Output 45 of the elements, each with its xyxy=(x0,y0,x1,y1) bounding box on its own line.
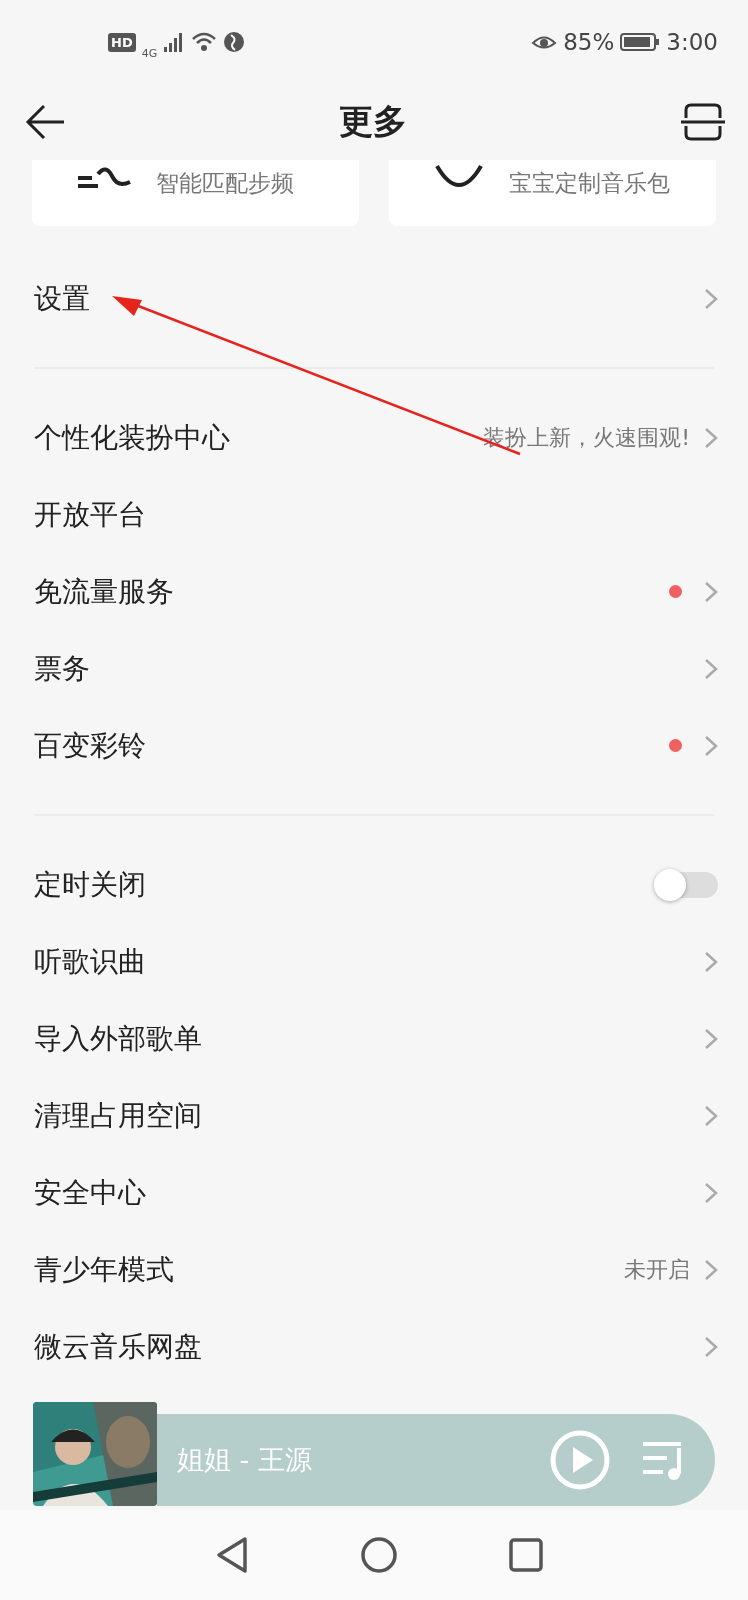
menu-item-label[interactable]: 青少年模式 xyxy=(34,1250,610,1289)
menu-item-label[interactable]: 个性化装扮中心 xyxy=(34,418,470,457)
globe-icon xyxy=(223,31,246,53)
menu-item-label[interactable]: 微云音乐网盘 xyxy=(34,1327,690,1366)
chevron-icon[interactable] xyxy=(704,1181,718,1204)
page-title: 更多 xyxy=(339,100,407,143)
back-nav-icon[interactable] xyxy=(215,1536,250,1574)
hd-badge: HD xyxy=(108,32,136,52)
chevron-icon[interactable] xyxy=(704,426,718,449)
clock: 3:00 xyxy=(666,29,718,55)
chevron-icon[interactable] xyxy=(704,287,718,310)
chevron-icon[interactable] xyxy=(704,580,718,603)
chevron-icon[interactable] xyxy=(704,734,718,757)
menu-item-label[interactable]: 安全中心 xyxy=(34,1173,690,1212)
recents-nav-icon[interactable] xyxy=(508,1538,543,1572)
wifi-icon xyxy=(191,31,218,53)
back-icon[interactable] xyxy=(24,102,66,142)
network-type: 4G xyxy=(141,46,158,60)
home-nav-icon[interactable] xyxy=(360,1536,398,1574)
chevron-icon[interactable] xyxy=(704,657,718,680)
menu-item-label[interactable]: 免流量服务 xyxy=(34,572,655,611)
menu-item-label[interactable]: 设置 xyxy=(34,279,690,318)
song-title: 姐姐 - 王源 xyxy=(177,1443,313,1477)
menu-item-label[interactable]: 清理占用空间 xyxy=(34,1096,690,1135)
toggle-switch[interactable] xyxy=(656,871,718,898)
menu-item-label[interactable]: 定时关闭 xyxy=(34,865,642,904)
play-icon[interactable] xyxy=(549,1429,611,1491)
chevron-icon[interactable] xyxy=(704,950,718,973)
menu-item-label[interactable]: 百变彩铃 xyxy=(34,726,655,765)
scan-icon[interactable] xyxy=(680,102,726,142)
battery-icon xyxy=(620,32,661,52)
chevron-icon[interactable] xyxy=(704,1335,718,1358)
menu-item-label[interactable]: 票务 xyxy=(34,649,690,688)
chevron-icon[interactable] xyxy=(704,1104,718,1127)
feature-card[interactable]: 智能匹配步频 xyxy=(32,160,359,226)
chevron-icon[interactable] xyxy=(704,1027,718,1050)
menu-item-label[interactable]: 开放平台 xyxy=(34,495,718,534)
wave-icon xyxy=(76,164,132,190)
battery-percent: 85% xyxy=(563,29,615,55)
menu-item-label[interactable]: 听歌识曲 xyxy=(34,942,690,981)
chevron-icon[interactable] xyxy=(704,1258,718,1281)
feature-card[interactable]: 宝宝定制音乐包 xyxy=(389,160,716,226)
smile-icon xyxy=(433,164,485,190)
item-hint: 未开启 xyxy=(624,1255,690,1284)
menu-item-label[interactable]: 导入外部歌单 xyxy=(34,1019,690,1058)
